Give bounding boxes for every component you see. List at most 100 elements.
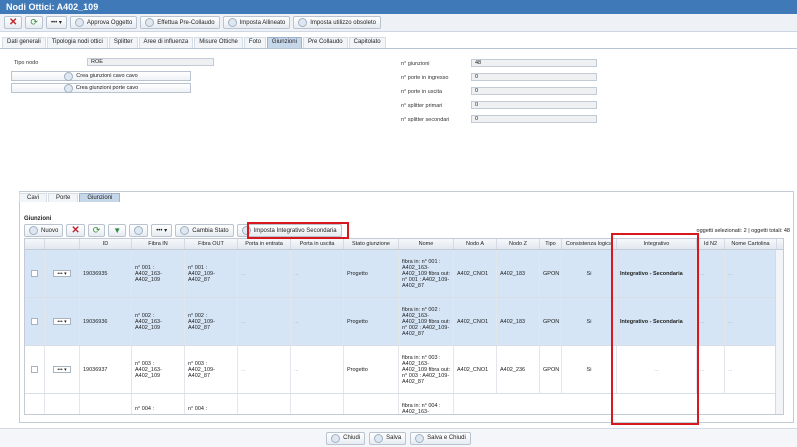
obsoleto-button[interactable]: Imposta utilizzo obsoleto	[293, 16, 381, 29]
cell-id-n2: ...	[697, 250, 725, 297]
header-consistenza[interactable]: Consistenza logica	[562, 239, 617, 249]
cambia-stato-label: Cambia Stato	[192, 227, 229, 234]
salva-label: Salva	[386, 435, 402, 441]
grid-more-menu[interactable]: ••• ▾	[151, 224, 173, 237]
header-porta-out[interactable]: Porta in uscita	[291, 239, 344, 249]
header-tipo[interactable]: Tipo	[540, 239, 562, 249]
tab-tipologia[interactable]: Tipologia nodi ottici	[46, 37, 108, 48]
cell-tipo: GPON	[540, 250, 562, 297]
row-checkbox[interactable]	[31, 318, 38, 325]
header-nodo-z[interactable]: Nodo Z	[497, 239, 540, 249]
tab-capitolato[interactable]: Capitolato	[348, 37, 386, 48]
cell-nome-cartolina: ...	[725, 298, 777, 345]
giunzioni-label: n° giunzioni	[401, 61, 430, 67]
cell-fibra-out: n° 004 :	[185, 394, 238, 414]
salva-chiudi-label: Salva e Chiudi	[427, 435, 466, 441]
cell-stato: Progetto	[344, 298, 399, 345]
giunzioni-field[interactable]: 48	[471, 59, 597, 67]
cell-consistenza: Si	[562, 346, 617, 393]
header-nome-cartolina[interactable]: Nome Cartolina	[725, 239, 777, 249]
refresh-button[interactable]: ⟳	[25, 16, 43, 29]
allineato-button[interactable]: Imposta Allineato	[222, 16, 291, 29]
cell-stato: Progetto	[344, 250, 399, 297]
export-button[interactable]	[129, 224, 149, 237]
cell-porta-out: ...	[291, 298, 344, 345]
cell-fibra-out: n° 003 : A402_109- A402_87	[185, 346, 238, 393]
header-stato[interactable]: Stato giunzione	[344, 239, 399, 249]
cell-nodo-z: A402_183	[497, 250, 540, 297]
split2-field[interactable]: 0	[471, 115, 597, 123]
more-menu[interactable]: ••• ▾	[45, 16, 67, 29]
crea-porte-button[interactable]: Crea giunzioni porte cavo	[11, 83, 191, 93]
precollaudo-label: Effettua Pre-Collaudo	[157, 19, 215, 26]
filter-button[interactable]: ▼	[108, 224, 127, 237]
filter-icon: ▼	[113, 226, 122, 235]
highlight-integrativo-column	[611, 233, 699, 425]
porte-in-field[interactable]: 0	[471, 73, 597, 81]
cell-nodo-z: A402_236	[497, 346, 540, 393]
cell-fibra-out: n° 002 : A402_109- A402_87	[185, 298, 238, 345]
close-button[interactable]: ✕	[4, 16, 23, 29]
row-checkbox[interactable]	[31, 366, 38, 373]
grid-title: Giunzioni	[24, 216, 52, 222]
grid-scrollbar[interactable]	[775, 250, 783, 414]
cambia-stato-button[interactable]: Cambia Stato	[175, 224, 234, 237]
allineato-label: Imposta Allineato	[239, 19, 286, 26]
tipo-nodo-field[interactable]: ROE	[87, 58, 214, 66]
tab-porte[interactable]: Porte	[48, 193, 79, 202]
tab-giunzioni-sub[interactable]: Giunzioni	[79, 193, 121, 202]
highlight-integrativo-button	[247, 222, 349, 239]
header-porta-in[interactable]: Porta in entrata	[238, 239, 291, 249]
header-fibra-out[interactable]: Fibra OUT	[185, 239, 238, 249]
grid-refresh-button[interactable]: ⟳	[87, 224, 106, 237]
delete-button[interactable]: ✕	[66, 224, 85, 237]
cell-nome-cartolina: ...	[725, 346, 777, 393]
precollaudo-button[interactable]: Effettua Pre-Collaudo	[140, 16, 220, 29]
header-nome[interactable]: Nome	[399, 239, 454, 249]
header-id-n2[interactable]: Id N2	[697, 239, 725, 249]
refresh-icon: ⟳	[30, 17, 38, 27]
cell-nome: fibra in: n° 001 : A402_163- A402_109 fi…	[399, 250, 454, 297]
cell-id: 19036937	[80, 346, 132, 393]
porte-out-field[interactable]: 0	[471, 87, 597, 95]
cell-nodo-z: A402_183	[497, 298, 540, 345]
tab-giunzioni[interactable]: Giunzioni	[266, 37, 302, 48]
cell-porta-in: ...	[238, 298, 291, 345]
window-title: Nodi Ottici: A402_109	[0, 0, 797, 14]
cell-consistenza: Si	[562, 250, 617, 297]
tab-cavi[interactable]: Cavi	[19, 193, 48, 202]
row-checkbox[interactable]	[31, 270, 38, 277]
header-fibra-in[interactable]: Fibra IN	[132, 239, 185, 249]
row-menu[interactable]: ••• ▾	[53, 270, 71, 277]
header-nodo-a[interactable]: Nodo A	[454, 239, 497, 249]
chiudi-button[interactable]: Chiudi	[326, 431, 366, 445]
refresh-icon: ⟳	[92, 225, 101, 235]
tab-dati-generali[interactable]: Dati generali	[2, 37, 46, 48]
tab-misure[interactable]: Misure Ottiche	[194, 37, 243, 48]
porte-in-label: n° porte in ingresso	[401, 75, 449, 81]
obsoleto-label: Imposta utilizzo obsoleto	[310, 19, 376, 26]
cell-fibra-in: n° 001 : A402_163- A402_109	[132, 250, 185, 297]
sub-tabs: Cavi Porte Giunzioni	[19, 193, 121, 202]
tab-aree[interactable]: Aree di influenza	[138, 37, 194, 48]
split1-field[interactable]: 0	[471, 101, 597, 109]
header-select[interactable]	[25, 239, 45, 249]
footer-bar: Chiudi Salva Salva e Chiudi	[0, 428, 797, 447]
tab-splitter[interactable]: Splitter	[108, 37, 138, 48]
cell-tipo: GPON	[540, 346, 562, 393]
tab-precollaudo[interactable]: Pre Collaudo	[302, 37, 348, 48]
circle-icon	[145, 18, 155, 27]
crea-cavo-button[interactable]: Crea giunzioni cavo cavo	[11, 71, 191, 81]
cell-id: 19036936	[80, 298, 132, 345]
salva-button[interactable]: Salva	[369, 431, 407, 445]
row-menu[interactable]: ••• ▾	[53, 318, 71, 325]
row-menu[interactable]: ••• ▾	[53, 366, 71, 373]
salva-chiudi-button[interactable]: Salva e Chiudi	[410, 431, 471, 445]
header-id[interactable]: ID	[80, 239, 132, 249]
approve-button[interactable]: Approva Oggetto	[69, 16, 138, 29]
new-button[interactable]: Nuovo	[24, 224, 64, 237]
cell-porta-out: ...	[291, 250, 344, 297]
circle-icon	[74, 18, 84, 27]
tab-foto[interactable]: Foto	[243, 37, 266, 48]
cell-nome-cartolina: ...	[725, 250, 777, 297]
